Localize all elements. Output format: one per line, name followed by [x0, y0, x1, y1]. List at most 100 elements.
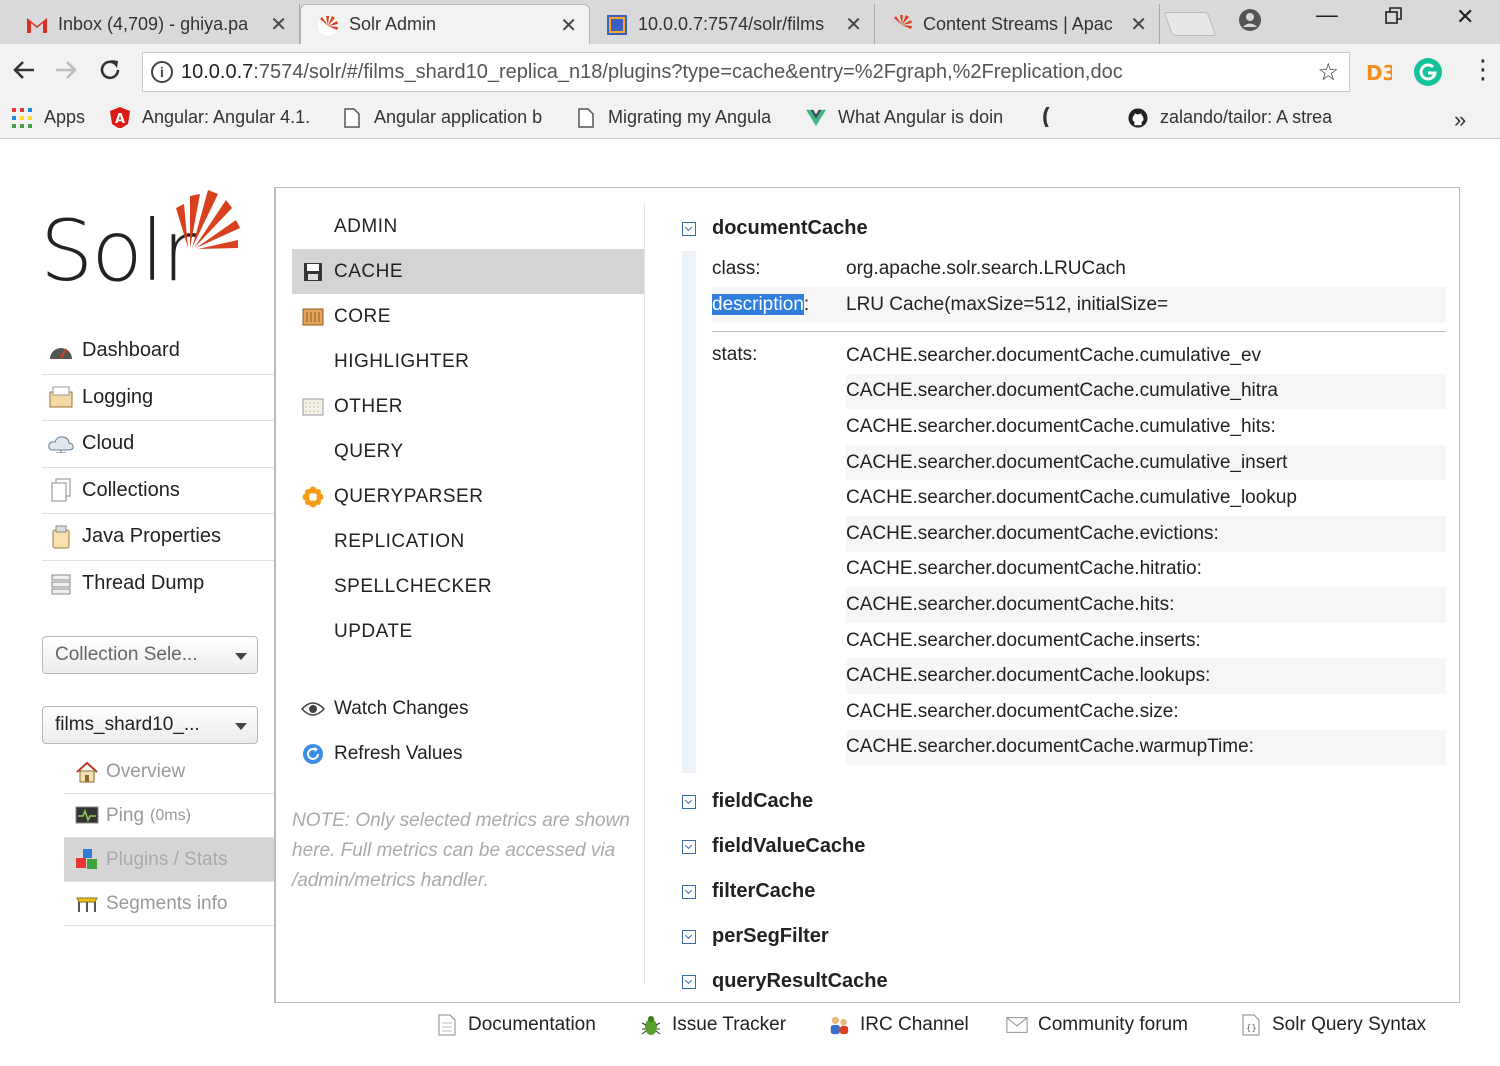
nav-java-properties[interactable]: Java Properties — [42, 514, 274, 561]
core-nav-overview[interactable]: Overview — [64, 750, 274, 794]
address-bar[interactable]: i 10.0.0.7:7574/solr/#/films_shard10_rep… — [142, 52, 1350, 92]
plugin-field-cache[interactable]: fieldCache — [682, 779, 1446, 824]
plugin-filter-cache[interactable]: filterCache — [682, 869, 1446, 914]
profile-icon[interactable] — [1238, 8, 1262, 38]
nav-dashboard[interactable]: Dashboard — [42, 328, 274, 375]
stat-row: CACHE.searcher.documentCache.evictions: — [846, 515, 1446, 552]
expand-toggle-icon[interactable] — [682, 839, 696, 854]
category-highlighter[interactable]: HIGHLIGHTER — [292, 339, 644, 384]
core-selector[interactable]: films_shard10_... — [42, 706, 258, 744]
category-spellchecker[interactable]: SPELLCHECKER — [292, 564, 644, 609]
restore-icon[interactable] — [1384, 6, 1404, 32]
tab-title: Content Streams | Apac — [923, 13, 1113, 34]
expand-toggle-icon[interactable] — [682, 929, 696, 944]
bookmark-star-icon[interactable]: ☆ — [1317, 58, 1339, 87]
page-icon — [606, 14, 628, 36]
close-tab-icon[interactable]: ✕ — [560, 13, 577, 38]
url-text[interactable]: 10.0.0.7:7574/solr/#/films_shard10_repli… — [181, 61, 1301, 84]
plugin-document-cache[interactable]: documentCache — [682, 206, 1446, 251]
bookmark-what-angular[interactable]: What Angular is doin — [806, 107, 1018, 128]
category-core[interactable]: CORE — [292, 294, 644, 339]
tab-title: 10.0.0.7:7574/solr/films — [638, 13, 825, 34]
browser-tab-gmail[interactable]: Inbox (4,709) - ghiya.pa ✕ — [10, 4, 300, 44]
plugin-field-value-cache[interactable]: fieldValueCache — [682, 824, 1446, 869]
github-icon — [1128, 107, 1148, 128]
grammarly-icon[interactable] — [1414, 58, 1442, 86]
stat-row: CACHE.searcher.documentCache.cumulative_… — [846, 444, 1446, 481]
home-icon — [74, 761, 100, 783]
browser-tab-strip: Inbox (4,709) - ghiya.pa ✕ Solr Admin ✕ … — [0, 0, 1500, 44]
plugin-category-nav: ADMIN CACHE CORE HIGHLIGHTER OTHER QUERY — [292, 204, 645, 984]
footer-issue-tracker-link[interactable]: Issue Tracker — [640, 1008, 786, 1042]
plugin-query-result-cache[interactable]: queryResultCache — [682, 959, 1446, 1004]
watch-changes-link[interactable]: Watch Changes — [292, 686, 644, 731]
footer-documentation-link[interactable]: Documentation — [436, 1008, 596, 1042]
category-update[interactable]: UPDATE — [292, 609, 644, 654]
bookmark-angular-4[interactable]: A Angular: Angular 4.1. — [110, 107, 320, 128]
nav-logging[interactable]: Logging — [42, 375, 274, 421]
bookmark-apps[interactable]: Apps — [12, 107, 85, 128]
browser-tab-content-streams[interactable]: Content Streams | Apac ✕ — [875, 4, 1160, 44]
new-tab-button[interactable] — [1163, 12, 1217, 36]
stat-row: CACHE.searcher.documentCache.hits: — [846, 587, 1446, 623]
queryparser-icon — [300, 486, 326, 508]
bookmark-migrating-angular[interactable]: Migrating my Angula — [576, 107, 786, 128]
solr-sunburst-icon — [176, 190, 240, 249]
query-syntax-icon: {} — [1240, 1014, 1262, 1036]
footer-solr-query-syntax-link[interactable]: {} Solr Query Syntax — [1240, 1008, 1426, 1042]
bookmark-zalando-tailor[interactable]: zalando/tailor: A strea — [1128, 107, 1342, 128]
category-query[interactable]: QUERY — [292, 429, 644, 474]
footer-community-forum-link[interactable]: Community forum — [1006, 1008, 1188, 1042]
close-window-icon[interactable]: ✕ — [1456, 4, 1474, 30]
category-admin[interactable]: ADMIN — [292, 204, 644, 249]
nav-collections[interactable]: Collections — [42, 468, 274, 514]
close-tab-icon[interactable]: ✕ — [270, 12, 287, 37]
back-icon[interactable] — [10, 56, 38, 91]
tab-title: Solr Admin — [349, 14, 437, 34]
plugins-content-panel: ADMIN CACHE CORE HIGHLIGHTER OTHER QUERY — [274, 187, 1460, 1003]
expand-toggle-icon[interactable] — [682, 974, 696, 989]
browser-tab-solr-admin[interactable]: Solr Admin ✕ — [300, 4, 590, 44]
core-nav-ping[interactable]: Ping (0ms) — [64, 794, 274, 838]
browser-tab-films[interactable]: 10.0.0.7:7574/solr/films ✕ — [590, 4, 875, 44]
category-queryparser[interactable]: QUERYPARSER — [292, 474, 644, 519]
collection-selector[interactable]: Collection Sele... — [42, 636, 258, 674]
core-nav-plugins-stats[interactable]: Plugins / Stats — [64, 838, 274, 882]
tab-title: Inbox (4,709) - ghiya.pa — [58, 13, 248, 34]
plugin-class-row: class: org.apache.solr.search.LRUCach — [712, 258, 1126, 279]
stat-row: CACHE.searcher.documentCache.cumulative_… — [846, 487, 1297, 509]
nav-thread-dump[interactable]: Thread Dump — [42, 561, 274, 608]
bookmark-unnamed[interactable]: ( — [1036, 107, 1068, 127]
browser-menu-icon[interactable]: ⋮ — [1470, 54, 1496, 85]
minimize-icon[interactable]: — — [1316, 2, 1338, 28]
solr-icon — [317, 15, 339, 37]
plugin-per-seg-filter[interactable]: perSegFilter — [682, 914, 1446, 959]
gmail-icon — [26, 14, 48, 36]
plugin-description-row: description: LRU Cache(maxSize=512, init… — [712, 287, 1446, 323]
forward-icon[interactable] — [52, 56, 80, 91]
refresh-values-link[interactable]: Refresh Values — [292, 731, 644, 776]
category-replication[interactable]: REPLICATION — [292, 519, 644, 564]
collapse-toggle-icon[interactable] — [682, 221, 696, 236]
category-cache[interactable]: CACHE — [292, 249, 644, 294]
divider — [712, 331, 1446, 332]
chevron-down-icon — [235, 723, 247, 730]
nav-cloud[interactable]: Cloud — [42, 421, 274, 468]
core-nav: Overview Ping (0ms) Plugins / Stats Segm… — [64, 750, 274, 926]
solr-logo[interactable]: Solr — [40, 186, 245, 300]
site-info-icon[interactable]: i — [151, 61, 173, 83]
core-nav-segments-info[interactable]: Segments info — [64, 882, 274, 926]
bookmarks-overflow-button[interactable]: » — [1454, 107, 1466, 133]
irc-icon — [828, 1014, 850, 1036]
footer-irc-channel-link[interactable]: IRC Channel — [828, 1008, 969, 1042]
d3-extension-icon[interactable]: D3 — [1364, 58, 1397, 86]
refresh-icon — [300, 743, 326, 765]
bookmark-angular-application[interactable]: Angular application b — [342, 107, 554, 128]
expand-toggle-icon[interactable] — [682, 794, 696, 809]
close-tab-icon[interactable]: ✕ — [845, 12, 862, 37]
close-tab-icon[interactable]: ✕ — [1130, 12, 1147, 37]
expand-toggle-icon[interactable] — [682, 884, 696, 899]
reload-icon[interactable] — [96, 56, 124, 91]
category-other[interactable]: OTHER — [292, 384, 644, 429]
other-icon — [300, 396, 326, 418]
